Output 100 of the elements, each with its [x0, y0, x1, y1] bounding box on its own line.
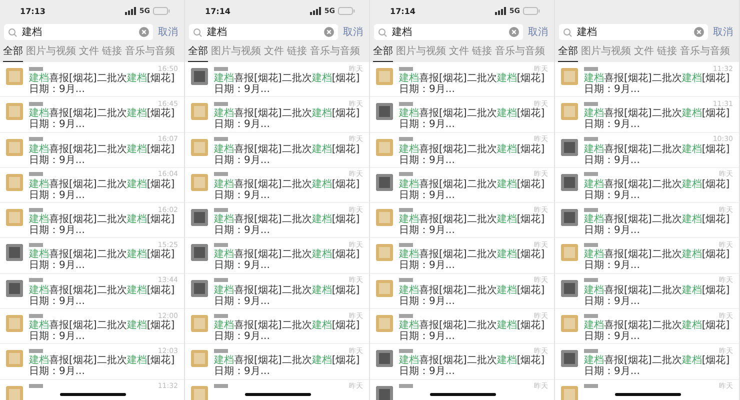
search-icon — [378, 28, 387, 36]
avatar-placeholder — [376, 244, 393, 262]
redacted-name-drawing — [214, 348, 228, 353]
avatar-placeholder — [376, 386, 393, 400]
avatar-placeholder — [191, 315, 208, 332]
redacted-name-drawing — [29, 208, 43, 212]
message-preview: 建档喜报[烟花]二批次建档[烟花]日期：9月... — [399, 73, 546, 95]
redacted-name-drawing — [399, 66, 413, 70]
clear-icon[interactable] — [139, 27, 149, 37]
message-preview: 建档喜报[烟花]二批次建档[烟花]日期：9月... — [584, 320, 731, 342]
redacted-name-drawing — [214, 102, 228, 106]
redacted-name-drawing — [399, 242, 413, 247]
message-preview: 建档喜报[烟花]二批次建档[烟花]日期：9月... — [214, 355, 361, 378]
cancel-button[interactable]: 取消 — [528, 25, 548, 39]
avatar-placeholder — [376, 174, 393, 191]
redacted-name-drawing — [29, 348, 43, 353]
message-preview: 建档喜报[烟花]二批次建档[烟花]日期：9月... — [214, 214, 361, 236]
redacted-name-drawing — [584, 102, 598, 106]
avatar-placeholder — [376, 103, 393, 120]
redacted-name-drawing — [399, 208, 413, 212]
status-time: 17:14 — [205, 6, 230, 16]
message-preview: 建档喜报[烟花]二批次建档[烟花]日期：9月... — [399, 284, 546, 307]
redacted-name-drawing — [584, 137, 598, 142]
home-indicator — [615, 393, 681, 396]
cancel-button[interactable]: 取消 — [158, 25, 178, 39]
redacted-name-drawing — [29, 384, 43, 388]
home-indicator — [60, 393, 126, 396]
message-preview: 建档喜报[烟花]二批次建档[烟花]日期：9月... — [399, 355, 546, 378]
message-preview: 建档喜报[烟花]二批次建档[烟花]日期：9月... — [399, 144, 546, 166]
message-preview: 建档喜报[烟花]二批次建档[烟花]日期：9月... — [584, 178, 731, 201]
search-field[interactable]: 建档 — [189, 24, 338, 40]
avatar-placeholder — [561, 244, 578, 262]
message-preview: 建档喜报[烟花]二批次建档[烟花]日期：9月... — [29, 73, 176, 95]
avatar-placeholder — [191, 280, 208, 297]
avatar-placeholder — [6, 209, 23, 226]
home-indicator — [245, 393, 311, 396]
message-preview: 建档喜报[烟花]二批次建档[烟花]日期：9月... — [214, 320, 361, 342]
avatar-placeholder — [561, 280, 578, 297]
avatar-placeholder — [6, 350, 23, 368]
redacted-name-drawing — [399, 278, 413, 282]
message-preview: 建档喜报[烟花]二批次建档[烟花]日期：9月... — [29, 355, 176, 378]
avatar-placeholder — [6, 386, 23, 400]
message-preview: 建档喜报[烟花]二批次建档[烟花]日期：9月... — [399, 249, 546, 272]
message-preview: 建档喜报[烟花]二批次建档[烟花]日期：9月... — [29, 284, 176, 307]
redacted-name-drawing — [584, 278, 598, 282]
message-preview: 建档喜报[烟花]二批次建档[烟花]日期：9月... — [584, 355, 731, 378]
search-field[interactable]: 建档 — [374, 24, 523, 40]
message-preview: 建档喜报[烟花]二批次建档[烟花]日期：9月... — [584, 144, 731, 166]
avatar-placeholder — [191, 174, 208, 191]
avatar-placeholder — [6, 280, 23, 297]
redacted-name-drawing — [29, 102, 43, 106]
avatar-placeholder — [191, 138, 208, 156]
clear-icon[interactable] — [509, 27, 519, 37]
redacted-name-drawing — [214, 208, 228, 212]
message-preview: 建档喜报[烟花]二批次建档[烟花]日期：9月... — [29, 214, 176, 236]
redacted-name-drawing — [399, 102, 413, 106]
message-preview: 建档喜报[烟花]二批次建档[烟花]日期：9月... — [29, 178, 176, 201]
avatar-placeholder — [191, 386, 208, 400]
avatar-placeholder — [376, 350, 393, 368]
battery-icon — [523, 7, 540, 15]
redacted-name-drawing — [214, 66, 228, 70]
message-preview: 建档喜报[烟花]二批次建档[烟花]日期：9月... — [584, 108, 731, 130]
cancel-button[interactable]: 取消 — [343, 25, 363, 39]
avatar-placeholder — [561, 315, 578, 332]
avatar-placeholder — [561, 209, 578, 226]
search-icon — [193, 28, 202, 36]
redacted-name-drawing — [399, 314, 413, 318]
message-preview: 建档喜报[烟花]二批次建档[烟花]日期：9月... — [214, 249, 361, 272]
redacted-name-drawing — [29, 278, 43, 282]
battery-icon — [338, 7, 355, 15]
message-preview: 建档喜报[烟花]二批次建档[烟花]日期：9月... — [29, 144, 176, 166]
signal-icon — [310, 7, 322, 15]
avatar-placeholder — [6, 244, 23, 262]
search-icon — [563, 28, 572, 36]
avatar-placeholder — [561, 103, 578, 120]
status-time: 17:14 — [390, 6, 416, 16]
redacted-name-drawing — [214, 242, 228, 247]
clear-icon[interactable] — [324, 27, 334, 37]
redacted-name-drawing — [29, 314, 43, 318]
redacted-name-drawing — [214, 314, 228, 318]
search-field[interactable]: 建档 — [559, 24, 708, 40]
avatar-placeholder — [376, 138, 393, 156]
message-preview: 建档喜报[烟花]二批次建档[烟花]日期：9月... — [399, 320, 546, 342]
home-indicator — [430, 393, 496, 396]
redacted-name-drawing — [399, 384, 413, 388]
redacted-name-drawing — [29, 242, 43, 247]
message-preview: 建档喜报[烟花]二批次建档[烟花]日期：9月... — [399, 214, 546, 236]
message-preview: 建档喜报[烟花]二批次建档[烟花]日期：9月... — [214, 178, 361, 201]
clear-icon[interactable] — [694, 27, 704, 37]
search-field[interactable]: 建档 — [4, 24, 153, 40]
redacted-name-drawing — [29, 137, 43, 142]
message-preview: 建档喜报[烟花]二批次建档[烟花]日期：9月... — [214, 108, 361, 130]
redacted-name-drawing — [29, 66, 43, 70]
redacted-name-drawing — [584, 66, 598, 70]
cancel-button[interactable]: 取消 — [713, 25, 733, 39]
avatar-placeholder — [561, 350, 578, 368]
avatar-placeholder — [561, 174, 578, 191]
message-preview: 建档喜报[烟花]二批次建档[烟花]日期：9月... — [584, 73, 731, 95]
message-preview: 建档喜报[烟花]二批次建档[烟花]日期：9月... — [214, 144, 361, 166]
avatar-placeholder — [6, 138, 23, 156]
